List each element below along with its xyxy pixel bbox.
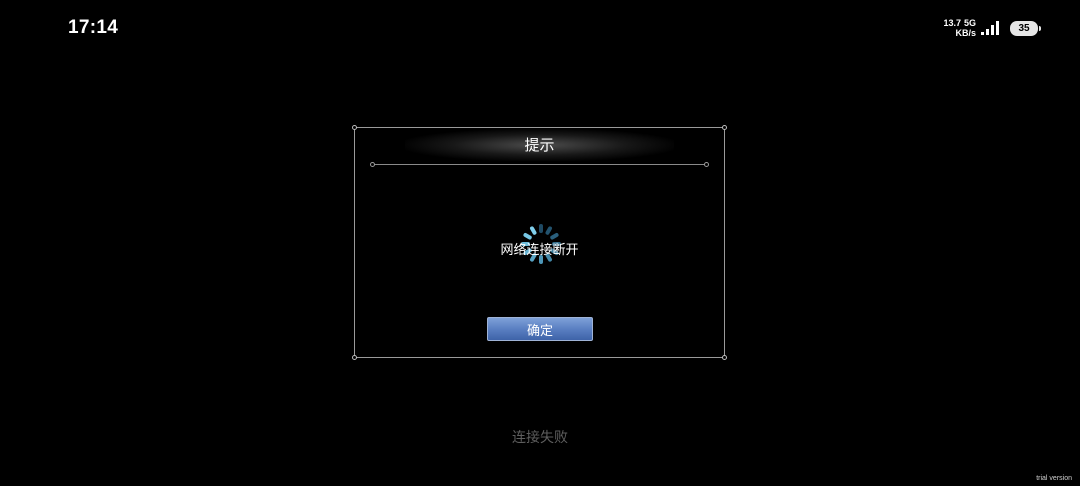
cellular-signal-icon	[981, 21, 999, 35]
battery-icon: 35	[1010, 20, 1041, 36]
network-speed: 13.7 5G KB/s	[943, 18, 976, 38]
watermark: trial version	[1036, 475, 1072, 482]
status-time: 17:14	[68, 17, 119, 38]
battery-level: 35	[1018, 22, 1030, 34]
dialog-message: 网络连接断开	[500, 243, 579, 258]
divider-end-icon	[370, 162, 375, 167]
app-screen: 17:14 13.7 5G KB/s 35 提示 网络连接断开 确定 连接失败 …	[0, 0, 1080, 486]
confirm-button[interactable]: 确定	[487, 317, 593, 341]
corner-rivet-icon	[722, 125, 727, 130]
net-speed-value: 13.7	[943, 18, 961, 28]
title-divider	[370, 162, 709, 167]
connection-status: 连接失败	[512, 430, 568, 446]
status-indicators: 13.7 5G KB/s 35	[943, 16, 1041, 40]
alert-dialog: 提示 网络连接断开 确定	[352, 125, 727, 360]
dialog-title: 提示	[524, 136, 555, 154]
net-speed-unit: KB/s	[955, 28, 976, 38]
corner-rivet-icon	[352, 355, 357, 360]
network-type: 5G	[963, 18, 976, 28]
corner-rivet-icon	[352, 125, 357, 130]
corner-rivet-icon	[722, 355, 727, 360]
divider-end-icon	[704, 162, 709, 167]
